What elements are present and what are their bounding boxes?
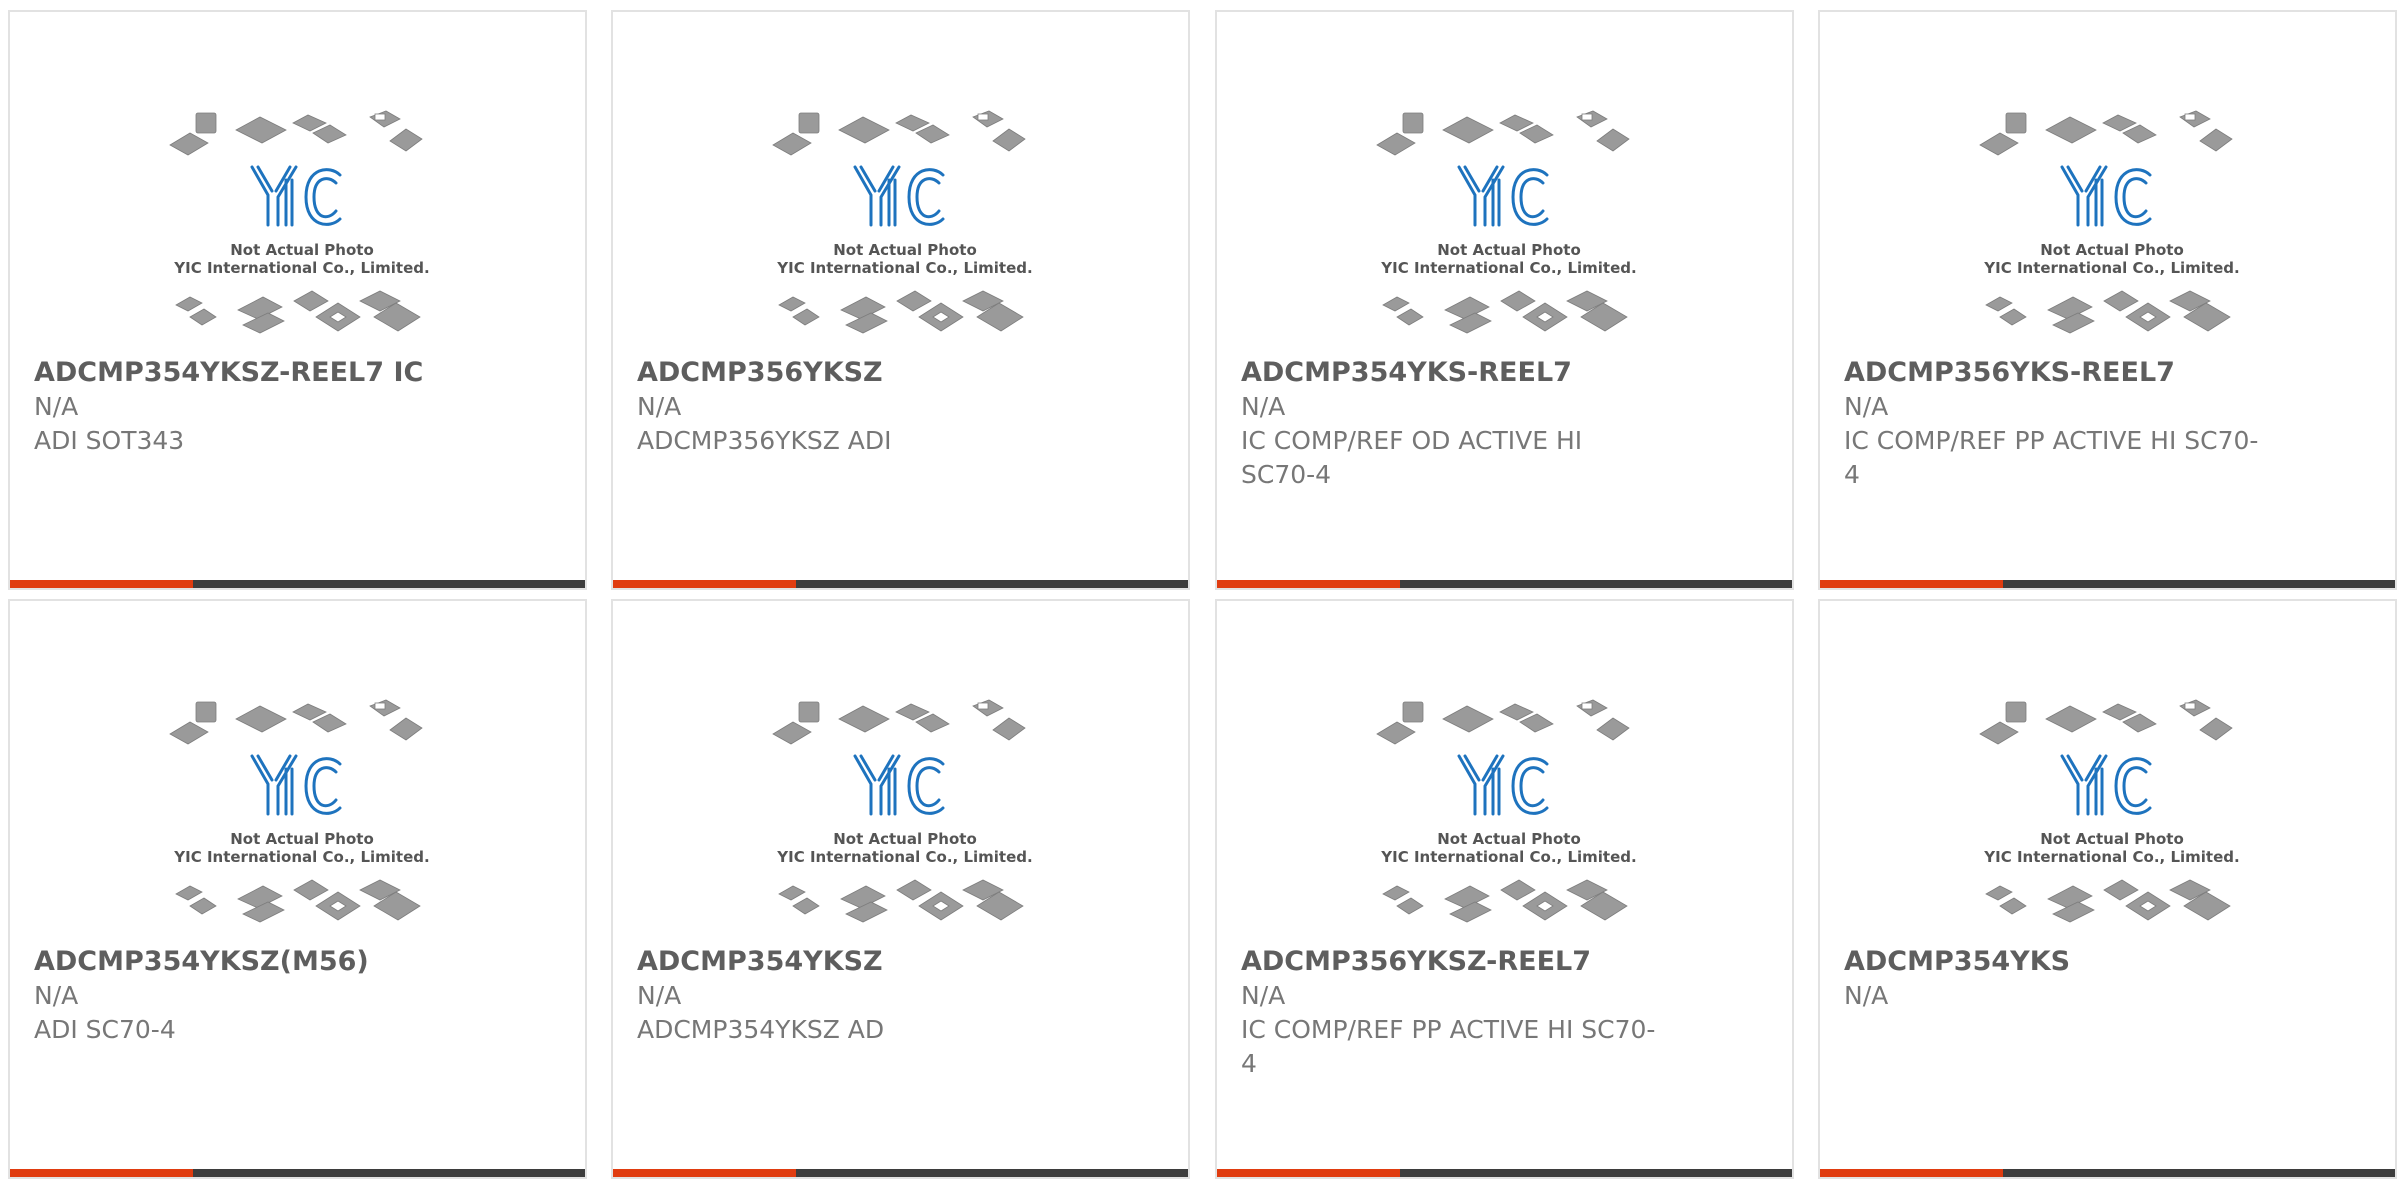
card-bottom-bar [1820,580,2395,588]
product-grid: Not Actual Photo YIC International Co., … [0,0,2400,1179]
svg-text:YIC International Co., Limited: YIC International Co., Limited. [1380,259,1636,277]
part-number[interactable]: ADCMP356YKS-REEL7 [1844,356,2379,390]
part-number[interactable]: ADCMP354YKS-REEL7 [1241,356,1776,390]
product-info: ADCMP354YKSZ N/A ADCMP354YKSZ AD [637,945,1172,1047]
stock-status: N/A [34,392,79,421]
product-description: ADI SOT343 [34,426,185,455]
product-description: ADCMP354YKSZ AD [637,1015,885,1044]
product-card[interactable]: Not Actual Photo YIC International Co., … [1818,10,2397,590]
card-accent-bar [10,580,193,588]
card-bottom-bar [10,580,585,588]
svg-text:Not Actual Photo: Not Actual Photo [1437,241,1581,259]
yic-logo [2060,754,2152,816]
svg-text:Not Actual Photo: Not Actual Photo [833,830,977,848]
yic-logo [250,754,342,816]
yic-logo [853,165,945,227]
product-description: ADI SC70-4 [34,1015,176,1044]
product-card[interactable]: Not Actual Photo YIC International Co., … [611,599,1190,1179]
stock-status: N/A [1241,392,1286,421]
product-description: ADCMP356YKSZ ADI [637,426,892,455]
card-bottom-bar [10,1169,585,1177]
stock-status: N/A [637,981,682,1010]
card-bottom-bar [1820,1169,2395,1177]
part-number[interactable]: ADCMP354YKSZ(M56) [34,945,569,979]
product-info: ADCMP354YKSZ(M56) N/A ADI SC70-4 [34,945,569,1047]
yic-logo [2060,165,2152,227]
stock-status: N/A [1241,981,1286,1010]
svg-text:YIC International Co., Limited: YIC International Co., Limited. [776,259,1032,277]
svg-text:Not Actual Photo: Not Actual Photo [230,830,374,848]
product-info: ADCMP354YKSZ-REEL7 IC N/A ADI SOT343 [34,356,569,458]
part-number[interactable]: ADCMP354YKSZ-REEL7 IC [34,356,569,390]
part-number[interactable]: ADCMP354YKSZ [637,945,1172,979]
product-description: IC COMP/REF PP ACTIVE HI SC70-4 [1844,426,2259,489]
product-photo[interactable]: Not Actual Photo YIC International Co., … [168,105,436,353]
svg-text:Not Actual Photo: Not Actual Photo [1437,830,1581,848]
svg-text:YIC International Co., Limited: YIC International Co., Limited. [1380,848,1636,866]
product-card[interactable]: Not Actual Photo YIC International Co., … [1215,10,1794,590]
product-card[interactable]: Not Actual Photo YIC International Co., … [611,10,1190,590]
svg-text:Not Actual Photo: Not Actual Photo [2040,241,2184,259]
card-bottom-bar [613,580,1188,588]
card-accent-bar [1217,1169,1400,1177]
product-info: ADCMP356YKSZ-REEL7 N/A IC COMP/REF PP AC… [1241,945,1776,1081]
product-description: IC COMP/REF PP ACTIVE HI SC70-4 [1241,1015,1656,1078]
svg-text:Not Actual Photo: Not Actual Photo [230,241,374,259]
yic-logo [853,754,945,816]
stock-status: N/A [637,392,682,421]
svg-text:Not Actual Photo: Not Actual Photo [2040,830,2184,848]
card-bottom-bar [1217,1169,1792,1177]
product-info: ADCMP356YKSZ N/A ADCMP356YKSZ ADI [637,356,1172,458]
product-card[interactable]: Not Actual Photo YIC International Co., … [1215,599,1794,1179]
svg-text:YIC International Co., Limited: YIC International Co., Limited. [173,259,429,277]
card-accent-bar [10,1169,193,1177]
part-number[interactable]: ADCMP356YKSZ [637,356,1172,390]
product-card[interactable]: Not Actual Photo YIC International Co., … [8,599,587,1179]
yic-logo [250,165,342,227]
product-card[interactable]: Not Actual Photo YIC International Co., … [8,10,587,590]
product-description: IC COMP/REF OD ACTIVE HI SC70-4 [1241,426,1583,489]
card-accent-bar [1217,580,1400,588]
stock-status: N/A [34,981,79,1010]
product-card[interactable]: Not Actual Photo YIC International Co., … [1818,599,2397,1179]
svg-text:YIC International Co., Limited: YIC International Co., Limited. [1983,848,2239,866]
product-photo[interactable]: Not Actual Photo YIC International Co., … [1375,105,1643,353]
yic-logo [1457,165,1549,227]
svg-text:YIC International Co., Limited: YIC International Co., Limited. [776,848,1032,866]
product-photo[interactable]: Not Actual Photo YIC International Co., … [168,694,436,942]
card-accent-bar [1820,580,2003,588]
card-bottom-bar [613,1169,1188,1177]
product-photo[interactable]: Not Actual Photo YIC International Co., … [1978,105,2246,353]
product-photo[interactable]: Not Actual Photo YIC International Co., … [771,105,1039,353]
product-info: ADCMP354YKS-REEL7 N/A IC COMP/REF OD ACT… [1241,356,1776,492]
product-info: ADCMP356YKS-REEL7 N/A IC COMP/REF PP ACT… [1844,356,2379,492]
svg-text:YIC International Co., Limited: YIC International Co., Limited. [1983,259,2239,277]
card-accent-bar [613,580,796,588]
part-number[interactable]: ADCMP354YKS [1844,945,2379,979]
stock-status: N/A [1844,392,1889,421]
yic-logo [1457,754,1549,816]
part-number[interactable]: ADCMP356YKSZ-REEL7 [1241,945,1776,979]
stock-status: N/A [1844,981,1889,1010]
product-photo[interactable]: Not Actual Photo YIC International Co., … [1375,694,1643,942]
svg-text:Not Actual Photo: Not Actual Photo [833,241,977,259]
svg-text:YIC International Co., Limited: YIC International Co., Limited. [173,848,429,866]
product-photo[interactable]: Not Actual Photo YIC International Co., … [771,694,1039,942]
product-info: ADCMP354YKS N/A [1844,945,2379,1013]
card-accent-bar [1820,1169,2003,1177]
card-accent-bar [613,1169,796,1177]
card-bottom-bar [1217,580,1792,588]
product-photo[interactable]: Not Actual Photo YIC International Co., … [1978,694,2246,942]
